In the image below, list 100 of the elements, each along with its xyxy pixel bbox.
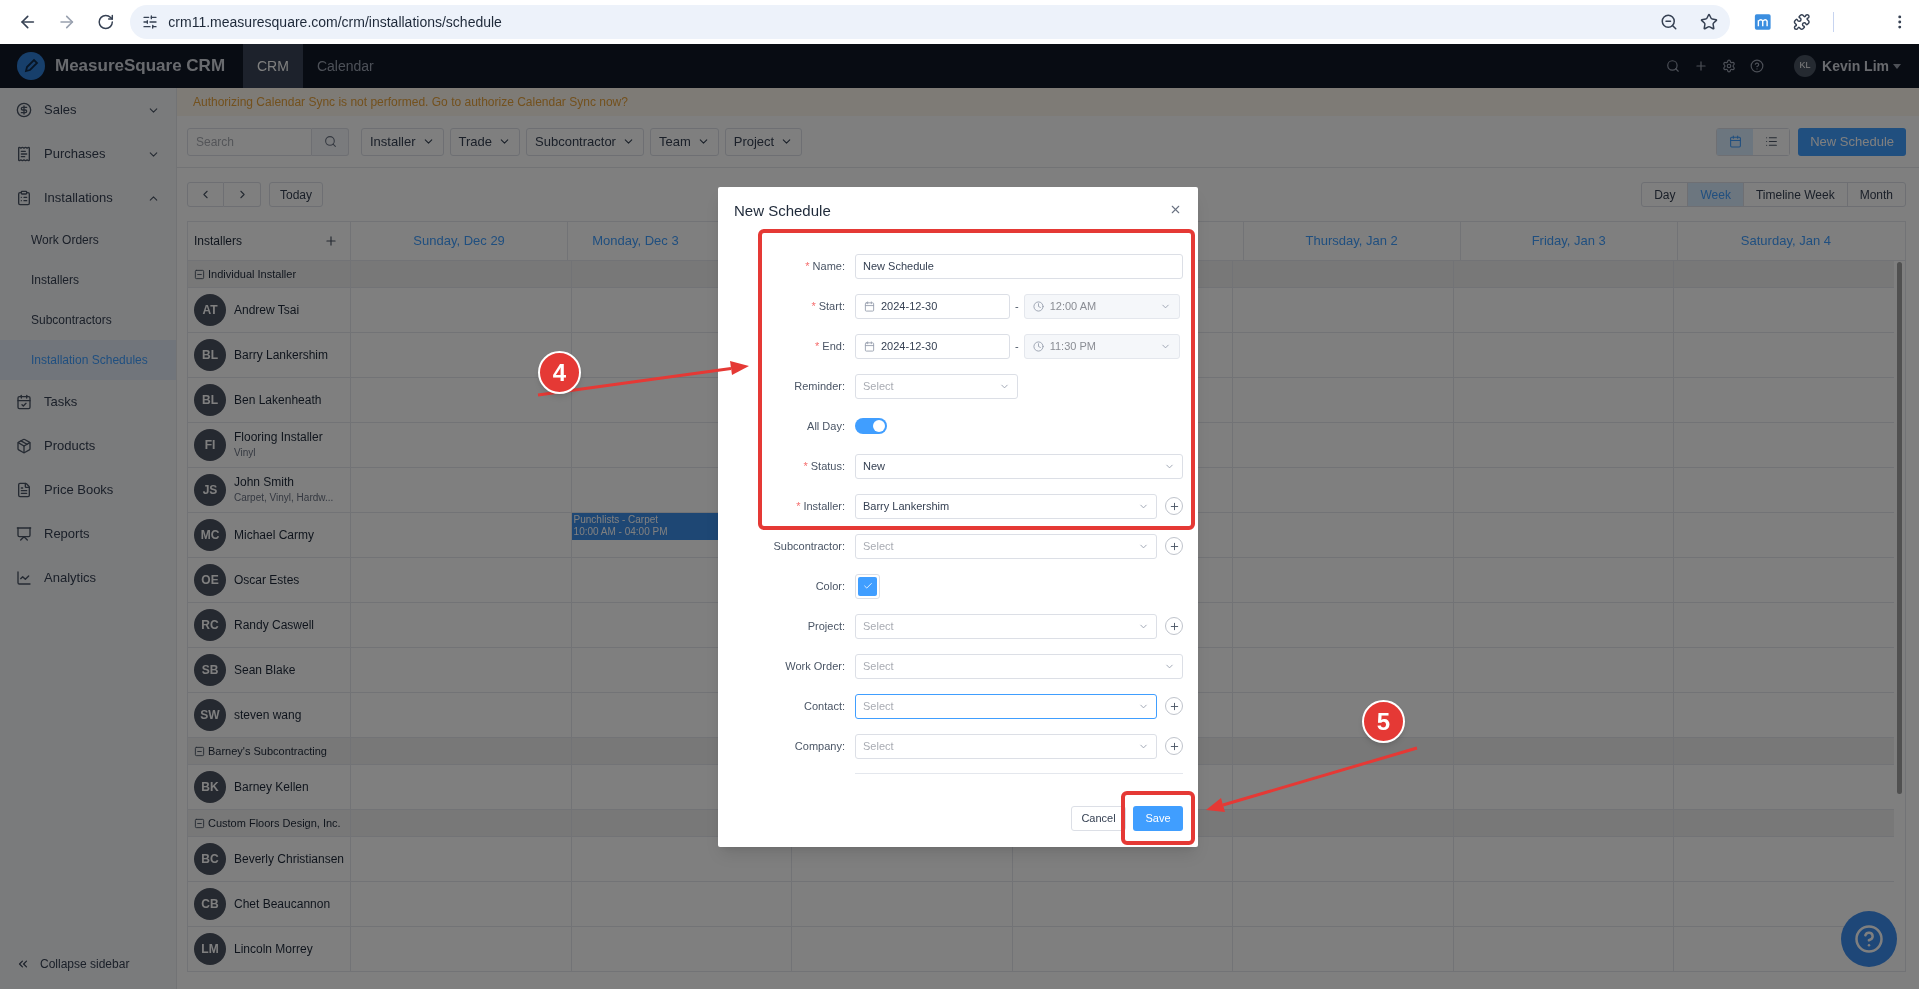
select-field[interactable]: Select	[855, 653, 1183, 679]
range-tab[interactable]: Month	[1846, 183, 1905, 206]
plus-icon	[1168, 700, 1180, 712]
select-field[interactable]: Select	[855, 533, 1157, 559]
sidebar-label[interactable]: Sales	[44, 100, 135, 120]
select-field[interactable]: Select	[855, 693, 1157, 719]
scrollbar[interactable]	[1897, 262, 1902, 794]
address-bar[interactable]: crm11.measuresquare.com/crm/installations/schedule	[130, 5, 1730, 39]
sidebar-item[interactable]: Products	[0, 424, 176, 468]
input-field[interactable]: New Schedule	[855, 253, 1183, 279]
filter-dropdown[interactable]: Team	[649, 127, 719, 156]
avatar: OE	[194, 564, 226, 596]
filter-dropdown[interactable]: Installer	[361, 127, 444, 156]
collapse-icon[interactable]	[194, 817, 205, 829]
day-heading: Thursday, Jan 2	[1305, 232, 1398, 251]
day-heading: Sunday, Dec 29	[413, 232, 505, 251]
toggle-switch[interactable]	[855, 418, 887, 434]
filter-dropdown[interactable]: Project	[724, 127, 803, 156]
field-label: Reminder:	[794, 378, 845, 394]
sidebar-label[interactable]: Analytics	[44, 568, 160, 588]
sidebar-label[interactable]: Products	[44, 436, 160, 456]
bookmark-star-icon[interactable]	[1699, 13, 1718, 31]
check-icon	[862, 581, 873, 591]
reload-icon[interactable]	[96, 13, 115, 31]
select-field[interactable]: Barry Lankershim	[855, 493, 1157, 519]
range-tab[interactable]: Timeline Week	[1742, 183, 1847, 206]
sidebar-item[interactable]: Sales	[0, 88, 176, 132]
sidebar-label[interactable]: Price Books	[44, 480, 160, 500]
sidebar-subitem[interactable]: Subcontractors	[0, 300, 176, 340]
double-chevron-icon	[16, 957, 30, 971]
close-icon[interactable]	[1169, 203, 1182, 216]
collapse-icon[interactable]	[194, 745, 205, 757]
calendar-check-icon	[16, 394, 32, 410]
installer-name: Lincoln Morrey	[234, 941, 313, 957]
installer-trades: Carpet, Vinyl, Hardw...	[234, 491, 334, 505]
sidebar-item[interactable]: Analytics	[0, 556, 176, 600]
sidebar-item[interactable]: Installations	[0, 176, 176, 220]
range-tab[interactable]: Day	[1642, 183, 1688, 206]
sidebar-item[interactable]: Reports	[0, 512, 176, 556]
sidebar-label[interactable]: Tasks	[44, 392, 160, 412]
cancel-button[interactable]: Cancel	[1071, 806, 1126, 831]
clipboard-icon	[16, 190, 32, 206]
save-button[interactable]: Save	[1133, 806, 1183, 831]
caret-icon[interactable]	[1893, 63, 1901, 69]
sidebar-item[interactable]: Tasks	[0, 380, 176, 424]
installer-name: Sean Blake	[234, 662, 296, 678]
field-label: * Start:	[811, 298, 845, 314]
plus-icon	[1168, 500, 1180, 512]
today-button[interactable]: Today	[269, 182, 324, 207]
filter-dropdown[interactable]: Subcontractor	[526, 127, 644, 156]
group-header[interactable]: Individual Installer	[188, 261, 350, 287]
extensions-icon[interactable]	[1793, 13, 1811, 31]
calendar-view-button[interactable]	[1717, 128, 1754, 155]
sidebar-item[interactable]: Purchases	[0, 132, 176, 176]
collapse-sidebar-button[interactable]: Collapse sidebar	[0, 939, 176, 989]
user-avatar[interactable]: KL	[1794, 55, 1817, 77]
group-header[interactable]: Custom Floors Design, Inc.	[188, 810, 350, 836]
search-button[interactable]	[312, 127, 349, 156]
field-label: * Installer:	[796, 498, 845, 514]
installer-name: Ben Lakenheath	[234, 392, 322, 408]
collapse-icon[interactable]	[194, 268, 205, 280]
installer-name: Barney Kellen	[234, 779, 309, 795]
collapse-label[interactable]: Collapse sidebar	[40, 955, 130, 973]
field-label: * Name:	[805, 258, 845, 274]
sidebar-label[interactable]: Purchases	[44, 144, 135, 164]
sidebar-subitem[interactable]: Installers	[0, 260, 176, 300]
select-field[interactable]: Select	[855, 613, 1157, 639]
date-field[interactable]: 2024-12-30	[855, 293, 1010, 319]
select-field[interactable]: Select	[855, 373, 1018, 399]
avatar: SW	[194, 699, 226, 731]
sidebar-subitem[interactable]: Work Orders	[0, 220, 176, 260]
search-icon[interactable]	[1666, 59, 1681, 73]
sidebar-item[interactable]: Price Books	[0, 468, 176, 512]
installer-name: Beverly Christiansen	[234, 851, 344, 867]
installer-name: John Smith	[234, 474, 296, 490]
settings-icon[interactable]	[1722, 59, 1737, 73]
extension-icon[interactable]	[1753, 13, 1772, 31]
select-field[interactable]: Select	[855, 733, 1157, 759]
easel-icon	[16, 526, 32, 542]
brand-name: MeasureSquare CRM	[55, 55, 227, 78]
tune-icon[interactable]	[142, 14, 159, 30]
user-name[interactable]: Kevin Lim	[1822, 55, 1889, 77]
date-field[interactable]: 2024-12-30	[855, 333, 1010, 359]
clock-icon	[1032, 340, 1044, 352]
avatar: AT	[194, 294, 226, 326]
zoom-out-icon[interactable]	[1659, 13, 1678, 31]
group-header[interactable]: Barney's Subcontracting	[188, 738, 350, 764]
receipt-icon	[16, 146, 32, 162]
clock-icon	[1032, 300, 1044, 312]
filter-dropdown[interactable]: Trade	[449, 127, 520, 156]
field-label: Contact:	[804, 698, 845, 714]
new-schedule-button[interactable]: New Schedule	[1798, 127, 1906, 156]
help-icon[interactable]	[1750, 59, 1765, 73]
sidebar-label[interactable]: Reports	[44, 524, 160, 544]
nav-tab[interactable]: CRM	[243, 44, 303, 88]
sidebar-label[interactable]: Installations	[44, 188, 135, 208]
list-icon	[1764, 135, 1778, 148]
select-field[interactable]: New	[855, 453, 1183, 479]
add-icon[interactable]	[324, 234, 338, 248]
installer-name: Michael Carmy	[234, 527, 314, 543]
